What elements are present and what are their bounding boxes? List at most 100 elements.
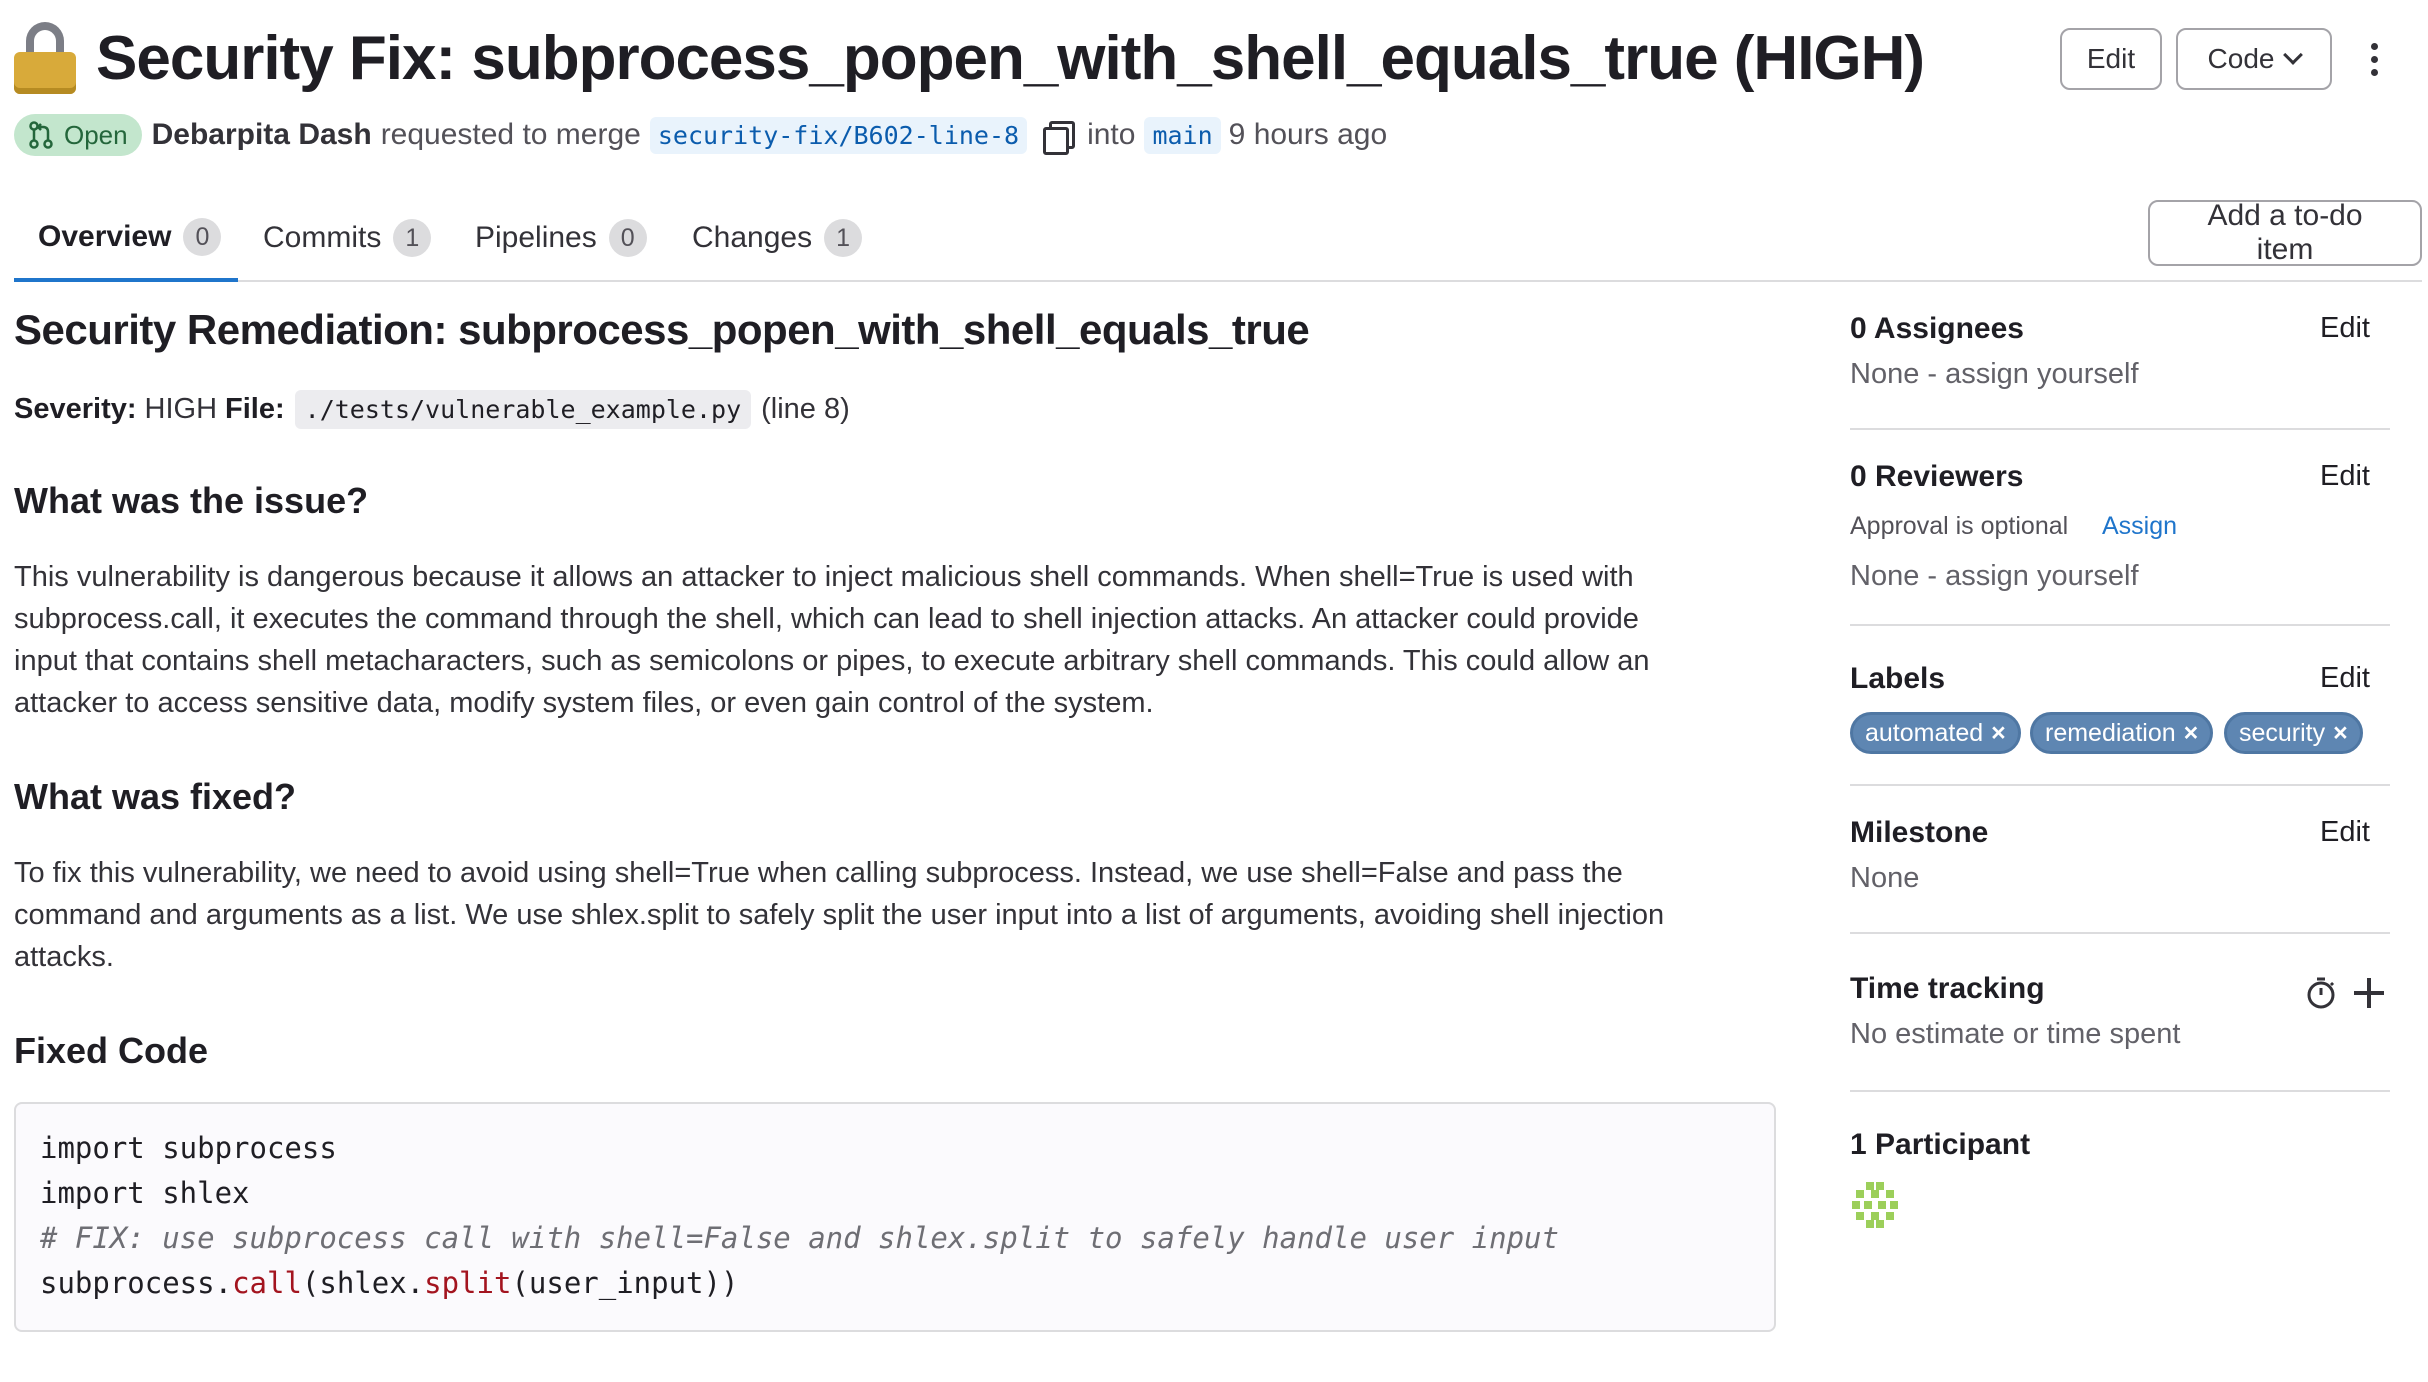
- status-badge: Open: [14, 114, 142, 156]
- source-branch[interactable]: security-fix/B602-line-8: [649, 116, 1028, 154]
- chevron-down-icon: [2283, 45, 2304, 65]
- label-remediation[interactable]: remediation ×: [2030, 712, 2214, 754]
- fixed-paragraph: To fix this vulnerability, we need to av…: [14, 852, 1778, 978]
- fixed-line: To fix this vulnerability, we need to av…: [14, 857, 1623, 889]
- participants-title: 1 Participant: [1850, 1128, 2031, 1161]
- tab-commits[interactable]: Commits 1: [263, 196, 432, 280]
- issue-paragraph: This vulnerability is dangerous because …: [14, 556, 1778, 724]
- reviewers-section: 0 Reviewers Edit Approval is optional As…: [1850, 460, 2390, 600]
- label-automated[interactable]: automated ×: [1850, 712, 2021, 754]
- fixed-line: command and arguments as a list. We use …: [14, 899, 1665, 931]
- issue-line: subprocess.call, it executes the command…: [14, 603, 1639, 635]
- remove-label-icon[interactable]: ×: [2184, 719, 2199, 748]
- title-row: Security Fix: subprocess_popen_with_shel…: [14, 22, 1925, 94]
- file-key: File:: [225, 393, 285, 425]
- fixed-line: attacks.: [14, 941, 114, 973]
- avatar[interactable]: [1850, 1180, 1900, 1230]
- code-token: (user_input)): [511, 1266, 739, 1300]
- stopwatch-icon[interactable]: [2304, 976, 2338, 1010]
- code-block[interactable]: import subprocess import shlex # FIX: use …: [14, 1102, 1776, 1332]
- code-line: import subprocess: [40, 1131, 337, 1165]
- labels-list: automated × remediation × security ×: [1850, 712, 2390, 756]
- tab-count: 1: [393, 219, 432, 257]
- reviewers-value[interactable]: None - assign yourself: [1850, 560, 2139, 593]
- labels-title: Labels: [1850, 662, 1946, 695]
- severity-key: Severity:: [14, 393, 137, 425]
- assignees-edit-link[interactable]: Edit: [2320, 312, 2370, 345]
- reviewers-title: 0 Reviewers: [1850, 460, 2024, 493]
- time-tracking-title: Time tracking: [1850, 972, 2045, 1005]
- tab-overview[interactable]: Overview 0: [14, 196, 238, 282]
- divider: [1850, 784, 2390, 786]
- tab-count: 0: [608, 219, 647, 257]
- assignees-title: 0 Assignees: [1850, 312, 2024, 345]
- line-note: (line 8): [761, 393, 850, 425]
- labels-edit-link[interactable]: Edit: [2320, 662, 2370, 695]
- divider: [1850, 932, 2390, 934]
- tab-label: Pipelines: [475, 221, 597, 254]
- description-heading: Security Remediation: subprocess_popen_w…: [14, 306, 1310, 353]
- tab-count: 1: [824, 219, 863, 257]
- add-todo-button[interactable]: Add a to-do item: [2148, 199, 2422, 266]
- tab-label: Commits: [263, 221, 382, 254]
- label-text: security: [2239, 718, 2326, 747]
- tab-pipelines[interactable]: Pipelines 0: [475, 196, 647, 280]
- tab-label: Changes: [692, 221, 813, 254]
- lock-icon: [14, 22, 76, 94]
- author-link[interactable]: Debarpita Dash: [152, 118, 372, 152]
- merge-request-icon: [29, 121, 53, 149]
- code-dropdown-button[interactable]: Code: [2176, 28, 2332, 90]
- code-token: subprocess.: [40, 1266, 233, 1300]
- add-time-icon[interactable]: [2354, 978, 2384, 1008]
- milestone-title: Milestone: [1850, 816, 1989, 849]
- reviewers-edit-link[interactable]: Edit: [2320, 460, 2370, 493]
- approval-text: Approval is optional: [1850, 512, 2069, 540]
- issue-line: input that contains shell metacharacters…: [14, 645, 1650, 677]
- code-comment: # FIX: use subprocess call with shell=Fa…: [40, 1221, 1559, 1255]
- tab-count: 0: [183, 218, 222, 256]
- tab-changes[interactable]: Changes 1: [692, 196, 863, 280]
- severity-value: HIGH: [144, 393, 218, 425]
- issue-line: attacker to access sensitive data, modif…: [14, 687, 1154, 719]
- copy-icon[interactable]: [1041, 119, 1076, 155]
- label-security[interactable]: security ×: [2224, 712, 2363, 754]
- code-button-label: Code: [2207, 43, 2275, 74]
- divider: [1850, 624, 2390, 626]
- time-tracking-value: No estimate or time spent: [1850, 1018, 2181, 1050]
- code-token: (shlex.: [301, 1266, 425, 1300]
- participants-section: 1 Participant: [1850, 1128, 2390, 1238]
- code-line: subprocess.call(shlex.split(user_input)): [40, 1261, 1750, 1306]
- issue-line: This vulnerability is dangerous because …: [14, 561, 1634, 593]
- merge-request-meta: Open Debarpita Dash requested to merge s…: [14, 114, 1387, 156]
- into-text: into: [1087, 118, 1136, 151]
- code-function: split: [424, 1266, 512, 1300]
- code-line: import shlex: [40, 1176, 250, 1210]
- time-tracking-section: Time tracking No estimate or time spent: [1850, 972, 2390, 1072]
- assign-link[interactable]: Assign: [2102, 512, 2177, 541]
- tab-label: Overview: [38, 220, 172, 253]
- label-text: automated: [1865, 718, 1984, 747]
- divider: [1850, 1090, 2390, 1092]
- status-text: Open: [64, 119, 128, 150]
- file-path: ./tests/vulnerable_example.py: [294, 390, 752, 429]
- milestone-value: None: [1850, 862, 1920, 894]
- assignees-value[interactable]: None - assign yourself: [1850, 358, 2139, 391]
- label-text: remediation: [2045, 718, 2176, 747]
- edit-button[interactable]: Edit: [2060, 28, 2162, 90]
- issue-heading: What was the issue?: [14, 480, 369, 521]
- tab-bar: Overview 0 Commits 1 Pipelines 0 Changes…: [14, 196, 2422, 282]
- remove-label-icon[interactable]: ×: [2333, 719, 2348, 748]
- code-heading: Fixed Code: [14, 1030, 209, 1071]
- time-ago: 9 hours ago: [1228, 118, 1388, 151]
- target-branch[interactable]: main: [1144, 116, 1221, 154]
- more-actions-icon[interactable]: [2354, 28, 2394, 90]
- title-actions: Edit Code: [2060, 28, 2394, 90]
- milestone-edit-link[interactable]: Edit: [2320, 816, 2370, 849]
- requested-text: requested to merge: [380, 118, 641, 151]
- page-title: Security Fix: subprocess_popen_with_shel…: [96, 23, 1925, 93]
- assignees-section: 0 Assignees Edit None - assign yourself: [1850, 306, 2390, 426]
- remove-label-icon[interactable]: ×: [1991, 719, 2006, 748]
- severity-line: Severity: HIGH File: ./tests/vulnerable_…: [14, 390, 850, 429]
- labels-section: Labels Edit automated × remediation × se…: [1850, 662, 2390, 772]
- milestone-section: Milestone Edit None: [1850, 816, 2390, 916]
